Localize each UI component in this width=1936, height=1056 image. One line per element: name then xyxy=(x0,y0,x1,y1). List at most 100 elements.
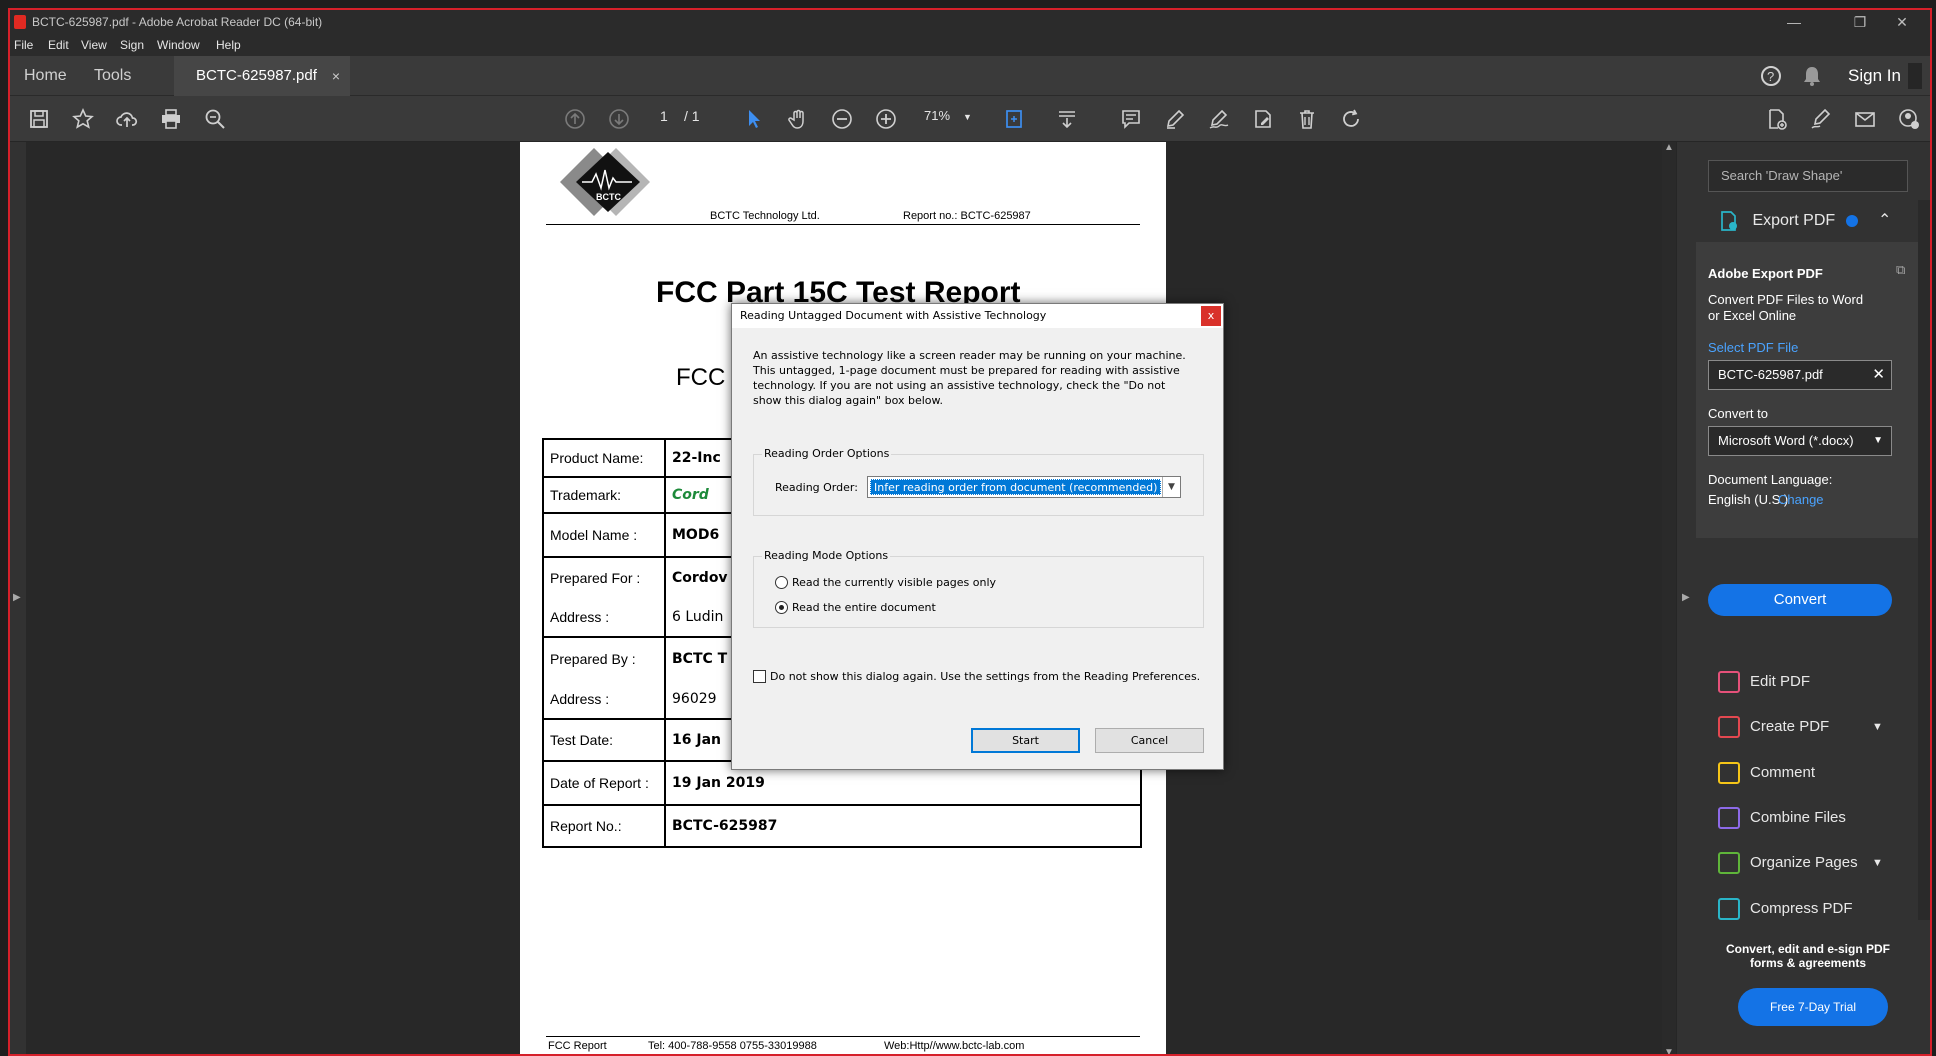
selected-file-field[interactable]: BCTC-625987.pdf ✕ xyxy=(1708,360,1892,390)
tool-label: Edit PDF xyxy=(1750,673,1811,690)
sign-in-link[interactable]: Sign In xyxy=(1848,56,1901,96)
tab-home[interactable]: Home xyxy=(24,56,67,96)
radio-entire-document[interactable] xyxy=(775,601,788,614)
select-pdf-file-link[interactable]: Select PDF File xyxy=(1708,340,1798,355)
reading-mode-group xyxy=(753,556,1204,628)
do-not-show-checkbox[interactable] xyxy=(753,670,766,683)
fill-sign-icon[interactable] xyxy=(1204,104,1234,134)
row-label: Address : xyxy=(542,679,666,720)
export-pdf-header[interactable]: Export PDF ⌃ xyxy=(1718,210,1891,232)
tab-close-icon[interactable]: × xyxy=(332,56,340,96)
tool-create-pdf[interactable]: Create PDF ▼ xyxy=(1718,713,1883,741)
scroll-down-arrow-icon[interactable]: ▼ xyxy=(1662,1047,1676,1054)
save-icon[interactable] xyxy=(24,104,54,134)
radio-entire-document-label[interactable]: Read the entire document xyxy=(792,601,936,614)
report-subtitle: FCC xyxy=(676,364,726,391)
row-label: Prepared For : xyxy=(542,556,666,597)
zoom-level-select[interactable]: 71% xyxy=(924,108,950,123)
reading-order-select[interactable]: Infer reading order from document (recom… xyxy=(867,476,1181,498)
select-cursor-icon[interactable] xyxy=(739,104,769,134)
bookmark-star-icon[interactable] xyxy=(68,104,98,134)
start-button[interactable]: Start xyxy=(971,728,1080,753)
tab-bar: Home Tools BCTC-625987.pdf × ? Sign In xyxy=(10,56,1930,96)
tool-organize-pages[interactable]: Organize Pages ▼ xyxy=(1718,849,1883,877)
edit-text-icon[interactable] xyxy=(1248,104,1278,134)
radio-visible-pages-label[interactable]: Read the currently visible pages only xyxy=(792,576,996,589)
comment-tool-icon xyxy=(1718,762,1740,785)
share-user-icon[interactable] xyxy=(1894,104,1924,134)
reading-mode-group-label: Reading Mode Options xyxy=(762,549,891,562)
tool-comment[interactable]: Comment xyxy=(1718,759,1815,787)
upload-cloud-icon[interactable] xyxy=(112,104,142,134)
expand-left-arrow-icon[interactable]: ▶ xyxy=(13,592,21,603)
dialog-close-button[interactable]: x xyxy=(1201,306,1221,326)
zoom-in-icon[interactable] xyxy=(871,104,901,134)
export-pdf-title: Adobe Export PDF xyxy=(1708,266,1823,281)
radio-visible-pages[interactable] xyxy=(775,576,788,589)
previous-page-icon[interactable] xyxy=(560,104,590,134)
scroll-up-arrow-icon[interactable]: ▲ xyxy=(1662,142,1676,153)
tool-compress-pdf[interactable]: Compress PDF xyxy=(1718,895,1853,923)
find-zoom-icon[interactable] xyxy=(200,104,230,134)
tool-combine-files[interactable]: Combine Files xyxy=(1718,804,1846,832)
notifications-bell-icon[interactable] xyxy=(1802,56,1822,96)
tools-pane-scrollbar[interactable] xyxy=(1918,200,1930,920)
sign-pen-icon[interactable] xyxy=(1806,104,1836,134)
email-icon[interactable] xyxy=(1850,104,1880,134)
table-row: Report No.: BCTC-625987 xyxy=(542,804,1142,848)
next-page-icon[interactable] xyxy=(604,104,634,134)
left-pane-toggle[interactable]: ▶ xyxy=(10,142,26,1054)
convert-format-value: Microsoft Word (*.docx) xyxy=(1718,433,1854,448)
tools-search-input[interactable]: Search 'Draw Shape' xyxy=(1708,160,1908,192)
organize-pages-chevron-icon[interactable]: ▼ xyxy=(1872,849,1883,877)
menu-view[interactable]: View xyxy=(81,38,107,52)
highlight-pen-icon[interactable] xyxy=(1160,104,1190,134)
close-window-button[interactable]: ✕ xyxy=(1882,12,1922,32)
bctc-logo-icon: BCTC xyxy=(560,148,650,216)
tab-document[interactable]: BCTC-625987.pdf × xyxy=(174,56,350,96)
menu-bar: File Edit View Sign Window Help xyxy=(10,34,1930,56)
format-chevron-down-icon[interactable]: ▼ xyxy=(1873,427,1883,455)
delete-trash-icon[interactable] xyxy=(1292,104,1322,134)
tab-tools[interactable]: Tools xyxy=(94,56,131,96)
export-info-icon[interactable]: ⧉ xyxy=(1896,262,1905,278)
change-language-link[interactable]: Change xyxy=(1778,492,1824,507)
help-icon[interactable]: ? xyxy=(1760,56,1782,96)
print-icon[interactable] xyxy=(156,104,186,134)
free-trial-button[interactable]: Free 7-Day Trial xyxy=(1738,988,1888,1026)
convert-button[interactable]: Convert xyxy=(1708,584,1892,616)
convert-format-select[interactable]: Microsoft Word (*.docx) ▼ xyxy=(1708,426,1892,456)
zoom-out-icon[interactable] xyxy=(827,104,857,134)
do-not-show-label[interactable]: Do not show this dialog again. Use the s… xyxy=(770,670,1200,683)
tab-document-label: BCTC-625987.pdf xyxy=(196,67,317,84)
menu-window[interactable]: Window xyxy=(157,38,200,52)
export-file-icon[interactable] xyxy=(1762,104,1792,134)
cancel-button[interactable]: Cancel xyxy=(1095,728,1204,753)
collapse-right-arrow-icon[interactable]: ▶ xyxy=(1682,592,1690,603)
right-pane-toggle[interactable]: ▶ xyxy=(1676,142,1696,1054)
restore-button[interactable]: ❐ xyxy=(1840,12,1880,32)
tool-label: Combine Files xyxy=(1750,809,1846,826)
document-scrollbar[interactable]: ▲ ▼ xyxy=(1662,142,1676,1054)
acrobat-app-icon xyxy=(14,15,26,29)
menu-file[interactable]: File xyxy=(14,38,33,52)
minimize-button[interactable]: — xyxy=(1774,12,1814,32)
title-bar: BCTC-625987.pdf - Adobe Acrobat Reader D… xyxy=(10,10,1930,34)
clear-file-icon[interactable]: ✕ xyxy=(1872,361,1885,389)
page-number-input[interactable]: 1 xyxy=(660,108,668,124)
collapse-chevron-up-icon[interactable]: ⌃ xyxy=(1878,212,1891,229)
zoom-dropdown-chevron-icon[interactable]: ▼ xyxy=(963,112,972,122)
main-toolbar: 1 / 1 71% ▼ xyxy=(10,96,1930,142)
hand-tool-icon[interactable] xyxy=(783,104,813,134)
scroll-mode-icon[interactable] xyxy=(1052,104,1082,134)
header-scrollbar[interactable] xyxy=(1908,63,1922,89)
tool-edit-pdf[interactable]: Edit PDF xyxy=(1718,668,1810,696)
menu-sign[interactable]: Sign xyxy=(120,38,144,52)
menu-help[interactable]: Help xyxy=(216,38,241,52)
rotate-icon[interactable] xyxy=(1336,104,1366,134)
comment-icon[interactable] xyxy=(1116,104,1146,134)
create-pdf-chevron-icon[interactable]: ▼ xyxy=(1872,713,1883,741)
fit-page-icon[interactable] xyxy=(1000,104,1030,134)
menu-edit[interactable]: Edit xyxy=(48,38,69,52)
reading-order-chevron-icon[interactable]: ▼ xyxy=(1162,477,1180,497)
